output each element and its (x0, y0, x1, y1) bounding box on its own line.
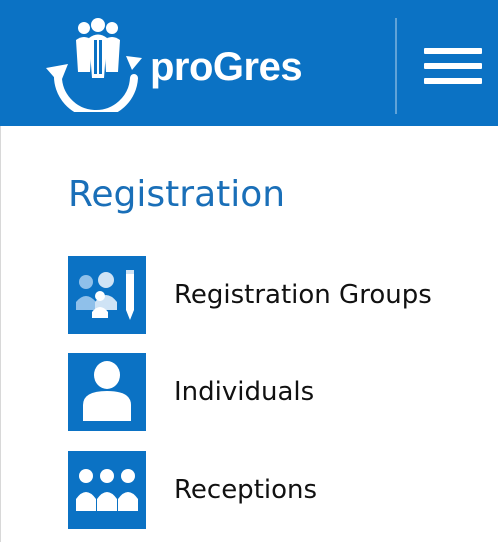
hamburger-menu-icon-bar-middle (424, 63, 482, 69)
sidebar-item-label: Registration Groups (174, 280, 432, 310)
sidebar-item-label: Receptions (174, 475, 318, 505)
hamburger-menu-button[interactable] (418, 40, 488, 92)
sidebar-menu: Registration Registration Groups Individ… (0, 126, 498, 542)
brand-logo-link[interactable]: proGres (38, 16, 368, 112)
sidebar-item-registration-groups[interactable]: Registration Groups (68, 256, 488, 334)
people-circle-icon (46, 18, 142, 112)
hamburger-menu-icon-bar-top (424, 48, 482, 54)
header-divider (395, 18, 397, 114)
sidebar-item-label: Individuals (174, 377, 315, 407)
section-title: Registration (68, 174, 286, 215)
app-window: proGres Registration Registration Groups… (0, 0, 498, 542)
hamburger-menu-icon-bar-bottom (424, 78, 482, 84)
brand-name: proGres (150, 44, 303, 89)
registration-groups-icon (68, 256, 146, 334)
sidebar-item-individuals[interactable]: Individuals (68, 353, 488, 431)
individual-person-icon (68, 353, 146, 431)
top-header-bar: proGres (0, 0, 498, 126)
receptions-people-icon (68, 451, 146, 529)
sidebar-item-receptions[interactable]: Receptions (68, 451, 488, 529)
